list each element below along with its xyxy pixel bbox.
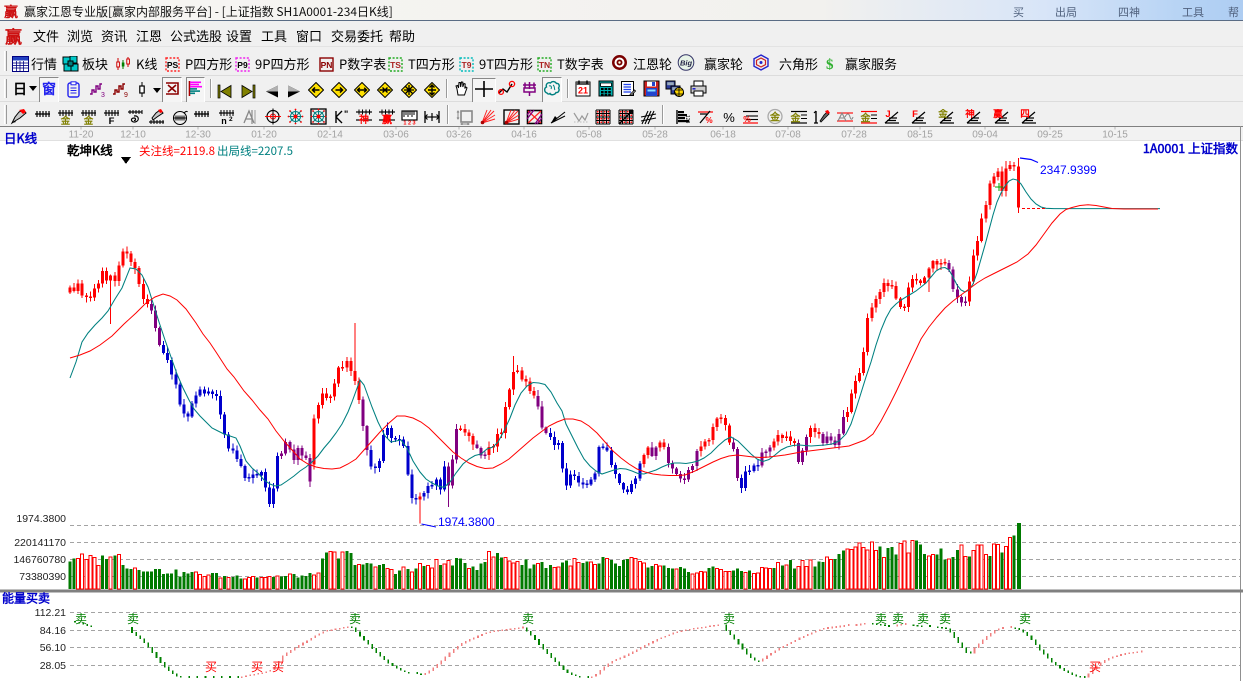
svg-text:PS: PS xyxy=(167,60,179,70)
svg-text:金: 金 xyxy=(860,110,872,125)
svg-text:买: 买 xyxy=(1089,658,1101,675)
svg-text:84.16: 84.16 xyxy=(40,625,66,637)
svg-text:T9: T9 xyxy=(462,60,472,70)
svg-text:03-06: 03-06 xyxy=(383,130,409,141)
svg-text:金: 金 xyxy=(83,113,94,125)
svg-text:关注线=2119.8: 关注线=2119.8 xyxy=(139,143,215,159)
svg-text:赢: 赢 xyxy=(993,109,1003,120)
svg-text:12-30: 12-30 xyxy=(185,130,211,141)
svg-text:TS: TS xyxy=(390,60,401,70)
svg-text:Big: Big xyxy=(680,59,693,68)
svg-text:08-15: 08-15 xyxy=(907,130,933,141)
svg-text:112.21: 112.21 xyxy=(35,607,66,619)
svg-text:07-28: 07-28 xyxy=(841,130,867,141)
svg-text:金: 金 xyxy=(790,110,802,125)
svg-text:21: 21 xyxy=(578,86,588,96)
svg-text:卖: 卖 xyxy=(75,610,87,627)
svg-text:赢: 赢 xyxy=(382,111,392,125)
svg-text:2347.9399: 2347.9399 xyxy=(1040,163,1097,177)
svg-text:卖: 卖 xyxy=(127,610,139,627)
svg-text:%: % xyxy=(743,114,751,124)
svg-text:PN: PN xyxy=(321,60,333,70)
svg-text:1A0001 上证指数: 1A0001 上证指数 xyxy=(1143,138,1239,157)
svg-text:F: F xyxy=(912,109,918,120)
svg-text:乾坤K线: 乾坤K线 xyxy=(67,140,113,159)
svg-text:卖: 卖 xyxy=(1019,610,1031,627)
svg-text:1974.3800: 1974.3800 xyxy=(438,515,495,529)
svg-text:02-14: 02-14 xyxy=(317,130,343,141)
svg-text:n: n xyxy=(221,116,227,125)
svg-text:F: F xyxy=(109,116,115,125)
svg-text:03-26: 03-26 xyxy=(446,130,472,141)
svg-text:220141170: 220141170 xyxy=(14,537,66,549)
svg-text:出局线=2207.5: 出局线=2207.5 xyxy=(217,143,293,159)
svg-text:123: 123 xyxy=(684,115,690,124)
svg-text:日K线: 日K线 xyxy=(4,128,38,147)
svg-text:05-28: 05-28 xyxy=(642,130,668,141)
svg-text:TN: TN xyxy=(539,60,550,70)
svg-text:四: 四 xyxy=(1020,109,1030,120)
svg-text:卖: 卖 xyxy=(939,610,951,627)
svg-text:10-15: 10-15 xyxy=(1102,130,1128,141)
svg-text:1974.3800: 1974.3800 xyxy=(16,513,66,525)
svg-text:神: 神 xyxy=(965,109,975,120)
svg-text:买: 买 xyxy=(205,658,217,675)
svg-text:3: 3 xyxy=(101,92,105,98)
svg-text:1 2 3: 1 2 3 xyxy=(403,121,415,126)
svg-text:05-08: 05-08 xyxy=(576,130,602,141)
svg-text:73380390: 73380390 xyxy=(19,571,66,583)
svg-text:卖: 卖 xyxy=(723,610,735,627)
svg-text:56.10: 56.10 xyxy=(40,642,66,654)
svg-text:11-20: 11-20 xyxy=(69,130,94,141)
svg-text:买: 买 xyxy=(272,658,284,675)
svg-text:J: J xyxy=(885,109,890,120)
svg-text:01-20: 01-20 xyxy=(251,130,277,141)
svg-text:买: 买 xyxy=(251,658,263,675)
svg-text:P9: P9 xyxy=(237,60,248,70)
svg-text:": " xyxy=(344,109,348,119)
svg-text:卖: 卖 xyxy=(875,610,887,627)
svg-text:%: % xyxy=(723,110,735,125)
svg-text:9: 9 xyxy=(124,92,128,98)
svg-text:28.05: 28.05 xyxy=(40,660,66,672)
svg-text:金: 金 xyxy=(938,109,948,120)
svg-text:2: 2 xyxy=(229,116,233,123)
svg-text:146760780: 146760780 xyxy=(13,554,66,566)
svg-text:能量买卖: 能量买卖 xyxy=(2,590,50,607)
svg-text:神: 神 xyxy=(359,111,369,125)
svg-text:12-10: 12-10 xyxy=(120,130,146,141)
svg-text:卖: 卖 xyxy=(917,610,929,627)
svg-text:09-25: 09-25 xyxy=(1037,130,1063,141)
svg-text:%: % xyxy=(705,116,712,125)
svg-text:06-18: 06-18 xyxy=(710,130,736,141)
svg-text:04-16: 04-16 xyxy=(511,130,537,141)
svg-text:卖: 卖 xyxy=(349,610,361,627)
svg-text:09-04: 09-04 xyxy=(972,130,998,141)
svg-text:金: 金 xyxy=(769,109,781,124)
svg-text:金: 金 xyxy=(60,113,71,125)
svg-text:卖: 卖 xyxy=(522,610,534,627)
svg-text:窗: 窗 xyxy=(42,80,56,97)
svg-text:卖: 卖 xyxy=(892,610,904,627)
svg-text:07-08: 07-08 xyxy=(775,130,801,141)
